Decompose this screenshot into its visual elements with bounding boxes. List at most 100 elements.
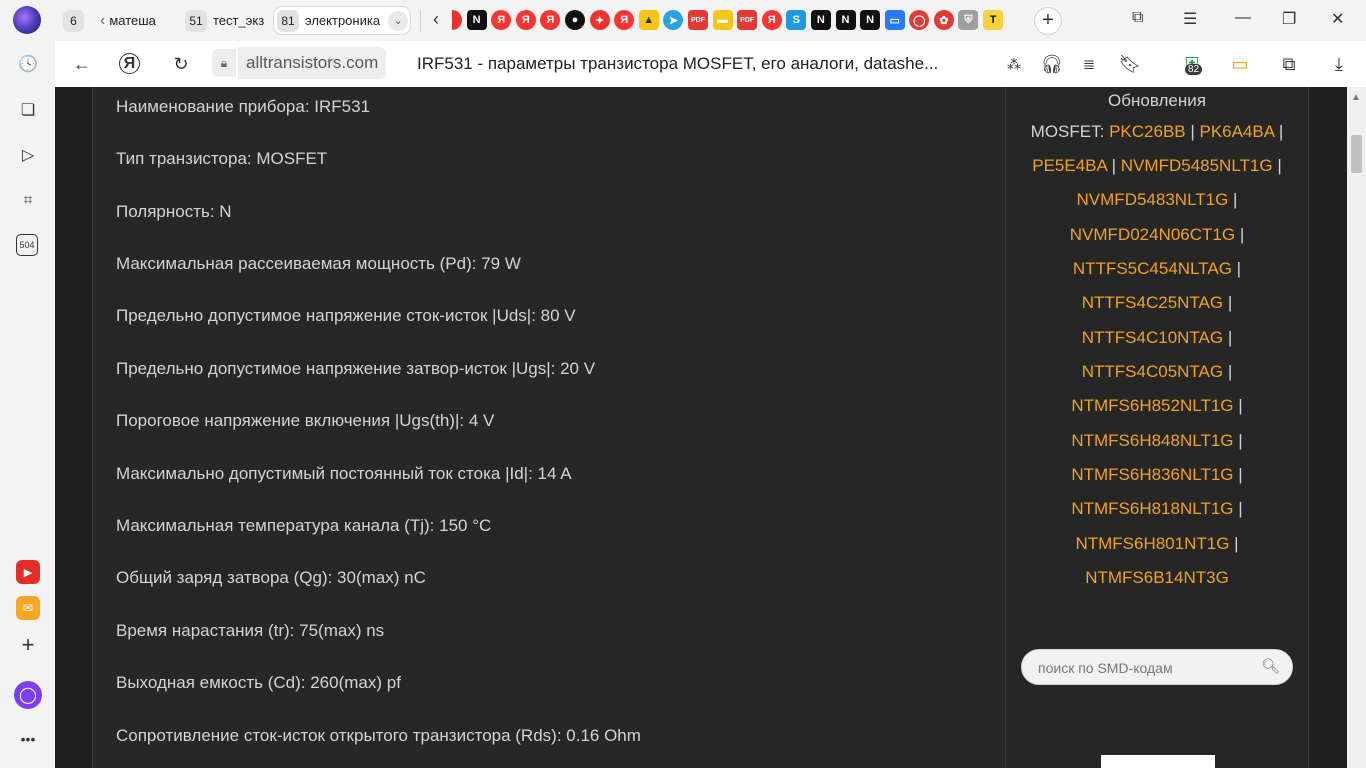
- transistor-link[interactable]: NTTFS4C05NTAG: [1082, 362, 1223, 381]
- add-icon[interactable]: +: [16, 632, 40, 657]
- transistor-link[interactable]: PE5E4BA: [1032, 156, 1107, 175]
- more-icon[interactable]: •••: [16, 727, 40, 751]
- chevron-down-icon[interactable]: ⌄: [388, 10, 409, 31]
- separator: |: [1106, 156, 1121, 175]
- transistor-link[interactable]: NTMFS6H801NT1G: [1075, 534, 1229, 553]
- scroll-up-icon[interactable]: ▲: [1351, 92, 1361, 103]
- yandex-icon[interactable]: Я: [119, 53, 140, 74]
- updates-line: NTTFS4C05NTAG |: [1006, 362, 1308, 382]
- transistor-link[interactable]: NTTFS4C25NTAG: [1082, 293, 1223, 312]
- history-icon[interactable]: 🕓: [16, 52, 40, 76]
- transistor-link[interactable]: NVMFD5483NLT1G: [1077, 190, 1229, 209]
- transistor-link[interactable]: NTMFS6H818NLT1G: [1071, 499, 1233, 518]
- mail-icon[interactable]: ✉: [16, 596, 40, 620]
- reader-mode-icon[interactable]: ⁂: [1003, 53, 1025, 75]
- browser-sidebar: 🕓 ❏ ▷ ⌗ 504 ▶ ✉ + ◯ •••: [0, 41, 55, 768]
- tab-group-6[interactable]: 6: [60, 7, 90, 34]
- spec-item: Предельно допустимое напряжение затвор-и…: [116, 359, 596, 378]
- maximize-button[interactable]: ❐: [1282, 9, 1296, 29]
- spec-item: Наименование прибора: IRF531: [116, 97, 371, 116]
- banner-image: [1101, 755, 1215, 768]
- transistor-link[interactable]: PK6A4BA: [1200, 122, 1275, 141]
- back-button[interactable]: ←: [71, 53, 93, 75]
- download-icon[interactable]: ⤓: [1328, 53, 1350, 75]
- extensions-icon[interactable]: ⧉: [1278, 53, 1300, 75]
- pinned-tab-icon[interactable]: N: [810, 10, 831, 30]
- yandex-icon[interactable]: Я: [761, 10, 782, 30]
- separator: |: [1235, 225, 1245, 244]
- pinned-tab-icon[interactable]: N: [466, 10, 487, 30]
- pinned-tab-icon[interactable]: [452, 10, 462, 30]
- pinned-tabs: N Я Я Я ● ✦ Я ▲ ➤ PDF ▬ PDF Я S N N N ▭ …: [452, 10, 1008, 30]
- skype-icon[interactable]: S: [786, 10, 807, 30]
- pdf-icon[interactable]: PDF: [737, 10, 758, 30]
- pdf-icon[interactable]: PDF: [687, 10, 708, 30]
- pinned-tab-icon[interactable]: N: [835, 10, 856, 30]
- transistor-link[interactable]: NVMFD024N06CT1G: [1070, 225, 1235, 244]
- pinned-tab-icon[interactable]: N: [860, 10, 881, 30]
- yandex-icon[interactable]: Я: [614, 10, 635, 30]
- bookmark-icon[interactable]: 🔖︎: [1119, 53, 1142, 75]
- lock-icon[interactable]: 🔒︎: [212, 49, 236, 77]
- alice-icon[interactable]: ◯: [14, 681, 42, 709]
- profile-avatar[interactable]: [13, 6, 41, 34]
- spec-item: Максимальная температура канала (Tj): 15…: [116, 516, 492, 535]
- pinned-tab-icon[interactable]: ✿: [933, 10, 954, 30]
- tab-count: 6: [63, 9, 84, 32]
- headphones-icon[interactable]: 🎧︎: [1041, 53, 1064, 75]
- yandex-icon[interactable]: Я: [491, 10, 512, 30]
- minimize-button[interactable]: —: [1235, 9, 1251, 27]
- tab-electronics[interactable]: 81 электроника ⌄: [274, 7, 410, 34]
- new-tab-button[interactable]: +: [1034, 7, 1062, 35]
- reload-button[interactable]: ↻: [170, 53, 192, 75]
- updates-line: NTMFS6H818NLT1G |: [1006, 499, 1308, 519]
- messenger-icon[interactable]: ▭: [884, 10, 905, 30]
- url-domain[interactable]: alltransistors.com: [238, 47, 387, 79]
- menu-icon[interactable]: ☰: [1183, 9, 1197, 29]
- transistor-link[interactable]: NTMFS6B14NT3G: [1085, 568, 1229, 587]
- pinned-tab-icon[interactable]: ◯: [909, 10, 930, 30]
- separator: |: [1228, 190, 1238, 209]
- youtube-icon[interactable]: ▶: [16, 560, 40, 584]
- smd-search-input[interactable]: [1036, 656, 1250, 680]
- telegram-icon[interactable]: ➤: [663, 10, 684, 30]
- image-icon[interactable]: ▲: [638, 10, 659, 30]
- collections-icon[interactable]: ❏: [16, 98, 40, 122]
- github-icon[interactable]: ●: [564, 10, 585, 30]
- pinned-tab-icon[interactable]: T: [983, 10, 1004, 30]
- updates-line: NTTFS4C25NTAG |: [1006, 293, 1308, 313]
- scrollbar-thumb[interactable]: [1351, 135, 1362, 173]
- separator: |: [1223, 362, 1233, 381]
- transistor-link[interactable]: NTTFS4C10NTAG: [1082, 328, 1223, 347]
- chevron-left-icon: ‹: [100, 11, 106, 29]
- transistor-link[interactable]: PKC26BB: [1109, 122, 1186, 141]
- transistor-link[interactable]: NTTFS5C454NLTAG: [1073, 259, 1232, 278]
- transistor-link[interactable]: NTMFS6H836NLT1G: [1071, 465, 1233, 484]
- translate-icon[interactable]: ≣: [1078, 53, 1100, 75]
- page-title[interactable]: IRF531 - параметры транзистора MOSFET, е…: [417, 54, 938, 74]
- updates-line: NTMFS6B14NT3G: [1006, 568, 1308, 588]
- search-icon[interactable]: 🔍︎: [1261, 657, 1280, 675]
- transistor-link[interactable]: NTMFS6H852NLT1G: [1071, 396, 1233, 415]
- play-icon[interactable]: ▷: [16, 143, 40, 167]
- close-button[interactable]: ✕: [1331, 9, 1344, 29]
- tab-manager-icon[interactable]: ⧉: [1132, 9, 1143, 27]
- transistor-link[interactable]: NTMFS6H848NLT1G: [1071, 431, 1233, 450]
- shield-icon[interactable]: ⛨: [958, 10, 979, 30]
- smd-search-box: 🔍︎: [1021, 649, 1293, 685]
- screenshot-icon[interactable]: ⌗: [16, 189, 40, 213]
- tabs-scroll-left-icon[interactable]: ‹: [433, 9, 439, 30]
- transistor-link[interactable]: NVMFD5485NLT1G: [1121, 156, 1273, 175]
- counter-badge[interactable]: 504: [16, 234, 38, 256]
- pinned-tab-icon[interactable]: ✦: [589, 10, 610, 30]
- spec-item: Общий заряд затвора (Qg): 30(max) nC: [116, 568, 426, 587]
- yandex-icon[interactable]: Я: [515, 10, 536, 30]
- pinned-tab-icon[interactable]: ▬: [712, 10, 733, 30]
- tab-matesha[interactable]: ‹ матеша: [96, 7, 176, 34]
- divider: [420, 10, 421, 32]
- yandex-icon[interactable]: Я: [540, 10, 561, 30]
- scrollbar[interactable]: ▲: [1347, 87, 1366, 768]
- battery-icon[interactable]: ▭: [1229, 53, 1251, 75]
- separator: |: [1272, 156, 1282, 175]
- tab-test-exam[interactable]: 51 тест_экз: [182, 7, 274, 34]
